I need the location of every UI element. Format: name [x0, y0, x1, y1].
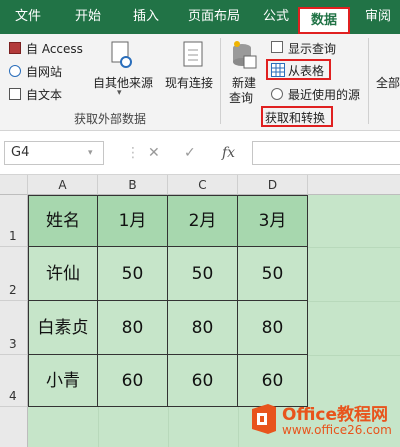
tab-formulas[interactable]: 公式	[254, 0, 298, 34]
access-icon	[9, 42, 21, 54]
from-web-label: 自网站	[26, 65, 63, 79]
gridline	[168, 407, 169, 447]
formula-options-icon: ⋮	[126, 145, 140, 161]
select-all-corner[interactable]	[0, 175, 28, 195]
cell-c3[interactable]: 80	[168, 301, 238, 355]
cell-a4[interactable]: 小青	[29, 355, 98, 407]
cell-d1[interactable]: 3月	[238, 196, 308, 247]
group-separator-2	[368, 38, 369, 124]
cell-d2[interactable]: 50	[238, 247, 308, 301]
from-access-label: 自 Access	[26, 42, 83, 56]
column-header-a[interactable]: A	[28, 175, 98, 195]
existing-connections-label: 现有连接	[165, 76, 214, 90]
gridline	[238, 407, 239, 447]
watermark-brand: Office教程网	[282, 405, 389, 425]
cell-a1[interactable]: 姓名	[29, 196, 98, 247]
cell-c4[interactable]: 60	[168, 355, 238, 407]
get-external-data-group-label: 获取外部数据	[74, 112, 147, 126]
cell-c1[interactable]: 2月	[168, 196, 238, 247]
formula-input[interactable]	[252, 141, 400, 165]
web-icon	[9, 65, 21, 77]
watermark-url: www.office26.com	[282, 423, 392, 437]
cell-b2[interactable]: 50	[98, 247, 168, 301]
ribbon-tab-bar: 文件 开始 插入 页面布局 公式 数据 审阅	[0, 0, 400, 34]
clock-icon	[271, 88, 283, 100]
office-logo-icon	[252, 404, 276, 434]
insert-function-icon[interactable]: fx	[222, 141, 235, 165]
gridline	[308, 355, 400, 356]
connections-icon	[183, 41, 203, 67]
from-text-label: 自文本	[26, 88, 63, 102]
new-query-label-line2: 查询	[229, 91, 254, 105]
group-separator	[220, 38, 221, 124]
show-queries-label: 显示查询	[288, 42, 337, 56]
from-table-label: 从表格	[288, 64, 325, 78]
gridline	[308, 247, 400, 248]
cell-c2[interactable]: 50	[168, 247, 238, 301]
column-header-empty[interactable]	[308, 175, 400, 195]
other-sources-icon	[111, 41, 132, 68]
refresh-all-button[interactable]: 全部	[376, 74, 400, 91]
show-queries-icon	[271, 41, 283, 53]
cell-d3[interactable]: 80	[238, 301, 308, 355]
watermark-logo: Office教程网 www.office26.com	[244, 396, 400, 447]
table-icon	[271, 63, 285, 77]
chevron-down-icon: ▾	[117, 88, 122, 98]
row-header-3[interactable]: 3	[0, 301, 28, 355]
row-header-1[interactable]: 1	[0, 195, 28, 247]
cell-b1[interactable]: 1月	[98, 196, 168, 247]
column-header-c[interactable]: C	[168, 175, 238, 195]
tab-home[interactable]: 开始	[62, 0, 114, 34]
row-header-2[interactable]: 2	[0, 247, 28, 301]
tab-page-layout[interactable]: 页面布局	[176, 0, 252, 34]
tab-review[interactable]: 审阅	[356, 0, 400, 34]
cell-b3[interactable]: 80	[98, 301, 168, 355]
gridline	[308, 301, 400, 302]
formula-bar: G4 ▾ ⋮ ✕ ✓ fx	[0, 131, 400, 175]
other-sources-label: 自其他来源	[93, 76, 154, 90]
column-header-b[interactable]: B	[98, 175, 168, 195]
cell-b4[interactable]: 60	[98, 355, 168, 407]
tab-data[interactable]: 数据	[298, 7, 350, 34]
tab-insert[interactable]: 插入	[120, 0, 172, 34]
row-header-4[interactable]: 4	[0, 355, 28, 407]
name-box-dropdown-icon[interactable]: ▾	[88, 141, 93, 165]
tab-file[interactable]: 文件	[4, 0, 52, 34]
recent-sources-label: 最近使用的源	[288, 88, 361, 102]
text-file-icon	[9, 88, 21, 100]
cell-a3[interactable]: 白素贞	[29, 301, 98, 355]
get-transform-group-label: 获取和转换	[265, 111, 326, 125]
row-header-5[interactable]	[0, 407, 28, 447]
cancel-icon[interactable]: ✕	[148, 141, 160, 165]
cell-a2[interactable]: 许仙	[29, 247, 98, 301]
confirm-icon[interactable]: ✓	[184, 141, 196, 165]
ribbon-panel: 自 Access 自网站 自文本 自其他来源 ▾ 现有连接 获取外部数据 新建 …	[0, 34, 400, 131]
database-icon	[233, 41, 257, 69]
column-header-d[interactable]: D	[238, 175, 308, 195]
gridline	[98, 407, 99, 447]
